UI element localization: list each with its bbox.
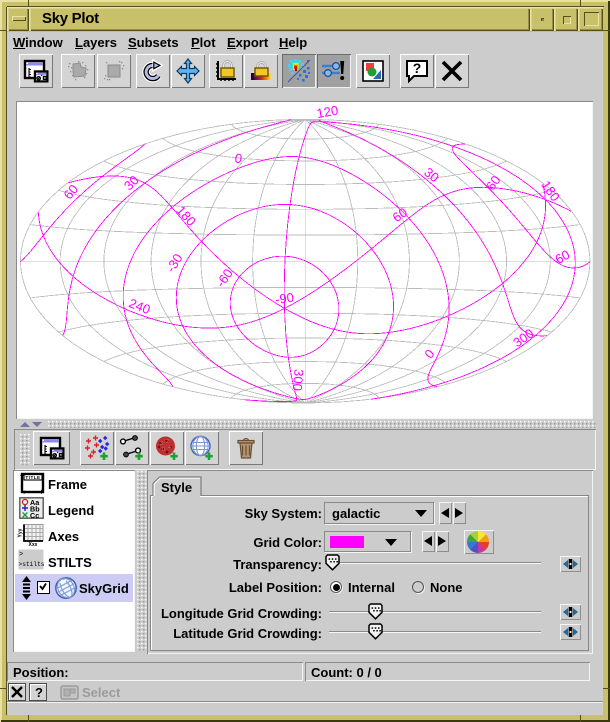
svg-text:0: 0 — [421, 346, 437, 361]
svg-text:60: 60 — [483, 173, 504, 193]
svg-text:180: 180 — [538, 178, 563, 204]
svg-text:-60: -60 — [213, 266, 236, 290]
svg-text:Cc: Cc — [30, 511, 39, 519]
svg-text:-30: -30 — [163, 251, 186, 275]
svg-text:>: > — [19, 551, 23, 559]
svg-text:>stilts: >stilts — [19, 561, 45, 568]
svg-text:60: 60 — [60, 182, 81, 203]
svg-text:4: 4 — [168, 445, 171, 451]
svg-text:-90: -90 — [274, 290, 295, 307]
svg-text:TITLE: TITLE — [25, 475, 40, 480]
svg-text:Xxx: Xxx — [29, 542, 38, 546]
svg-text:240: 240 — [127, 295, 153, 317]
svg-text:30: 30 — [121, 172, 142, 193]
svg-text:Yyy: Yyy — [18, 528, 24, 537]
svg-text:?: ? — [413, 60, 422, 76]
svg-text:0: 0 — [233, 150, 243, 166]
svg-text:120: 120 — [315, 103, 339, 121]
svg-text:300: 300 — [290, 369, 307, 392]
svg-text:60: 60 — [552, 247, 572, 267]
svg-text:0: 0 — [162, 447, 165, 453]
